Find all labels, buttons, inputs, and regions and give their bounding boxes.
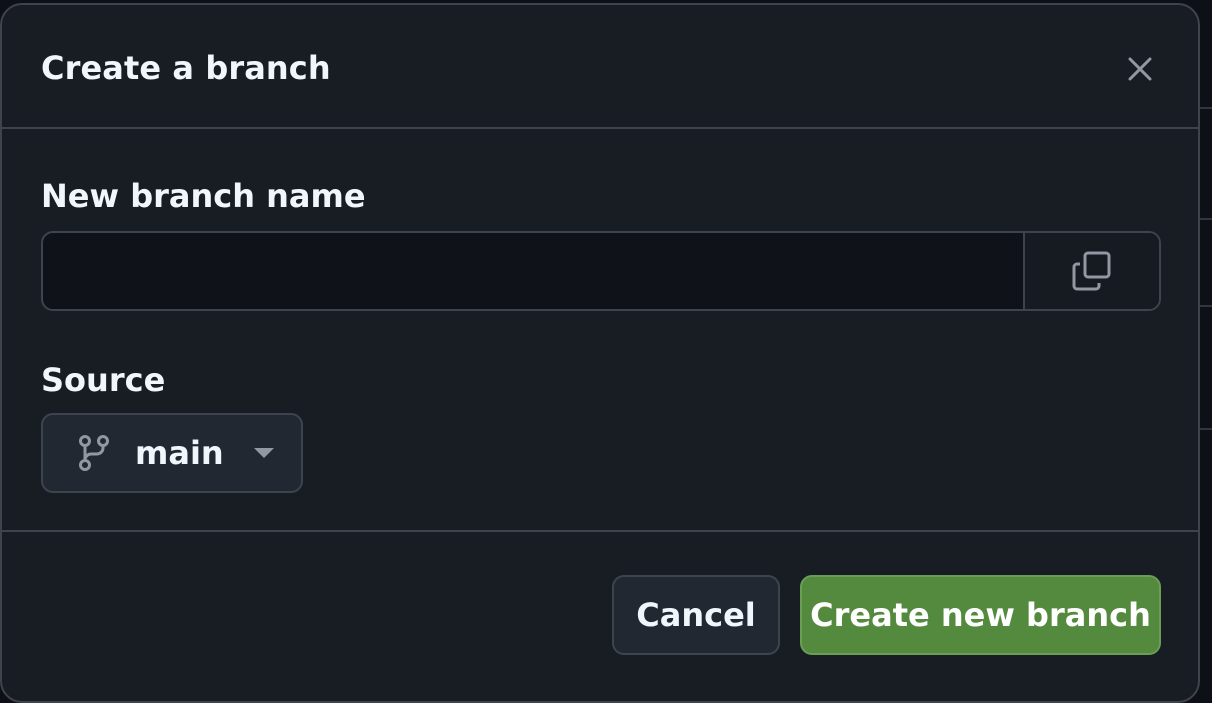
source-label: Source	[41, 361, 166, 399]
close-button[interactable]	[1120, 49, 1160, 89]
dialog-footer: Cancel Create new branch	[2, 530, 1198, 701]
background-divider	[1200, 107, 1212, 109]
copy-icon	[1072, 251, 1111, 291]
branch-name-field	[41, 231, 1161, 311]
copy-button[interactable]	[1023, 233, 1159, 309]
background-divider	[1200, 305, 1212, 307]
source-branch-dropdown[interactable]: main	[41, 413, 303, 493]
create-new-branch-button[interactable]: Create new branch	[800, 575, 1161, 655]
dialog-header: Create a branch	[2, 5, 1198, 129]
close-icon	[1128, 57, 1152, 81]
caret-down-icon	[253, 448, 274, 458]
selected-branch-name: main	[135, 434, 224, 472]
background-divider	[1200, 428, 1212, 430]
branch-name-label: New branch name	[41, 177, 366, 215]
dialog-title: Create a branch	[41, 49, 331, 87]
branch-name-input[interactable]	[43, 233, 1023, 309]
background-divider	[1200, 218, 1212, 220]
create-branch-dialog: Create a branch New branch name Source m…	[0, 3, 1200, 703]
cancel-button[interactable]: Cancel	[612, 575, 780, 655]
git-branch-icon	[77, 434, 111, 472]
